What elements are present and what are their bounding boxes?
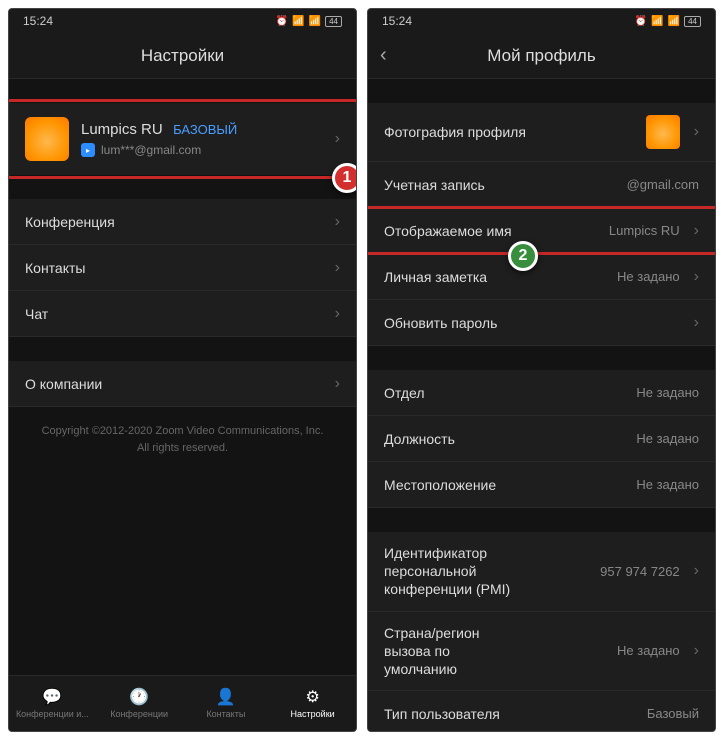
zoom-icon: ▸ [81, 143, 95, 157]
status-time: 15:24 [23, 14, 53, 28]
clock-icon: 🕐 [129, 688, 149, 706]
settings-row-conference[interactable]: Конференция › [9, 199, 356, 245]
tab-meet-and-chat[interactable]: 💬 Конференции и... [9, 676, 96, 731]
profile-email: lum***@gmail.com [101, 143, 201, 157]
profile-row-password[interactable]: Обновить пароль › [368, 300, 715, 346]
profile-row-job-title[interactable]: Должность Не задано [368, 416, 715, 462]
status-time: 15:24 [382, 14, 412, 28]
chat-icon: 💬 [42, 688, 62, 706]
tab-contacts[interactable]: 👤 Контакты [183, 676, 270, 731]
chevron-icon: › [335, 375, 340, 393]
profile-row-display-name[interactable]: Отображаемое имя Lumpics RU› 2 [368, 208, 715, 254]
chevron-icon: › [694, 562, 699, 580]
profile-row-note[interactable]: Личная заметка Не задано› [368, 254, 715, 300]
status-icons: ⏰ 📶 📶 44 [276, 16, 342, 27]
profile-row-location[interactable]: Местоположение Не задано [368, 462, 715, 508]
settings-row-about[interactable]: О компании › [9, 361, 356, 407]
phone-profile-screen: 15:24 ⏰ 📶 📶 44 ‹ Мой профиль Фотография … [367, 8, 716, 732]
status-bar: 15:24 ⏰ 📶 📶 44 [368, 9, 715, 33]
step-marker-2: 2 [508, 241, 538, 271]
wifi-icon: 📶 [651, 16, 663, 27]
battery-icon: 44 [684, 16, 701, 27]
chevron-icon: › [694, 314, 699, 332]
settings-row-chat[interactable]: Чат › [9, 291, 356, 337]
profile-row[interactable]: Lumpics RU БАЗОВЫЙ ▸ lum***@gmail.com › … [9, 103, 356, 175]
wifi-icon: 📶 [292, 16, 304, 27]
phone-settings-screen: 15:24 ⏰ 📶 📶 44 Настройки Lumpics RU БАЗО… [8, 8, 357, 732]
screenshot-container: 15:24 ⏰ 📶 📶 44 Настройки Lumpics RU БАЗО… [0, 0, 724, 740]
chevron-icon: › [335, 213, 340, 231]
settings-content: Lumpics RU БАЗОВЫЙ ▸ lum***@gmail.com › … [9, 79, 356, 675]
tab-settings[interactable]: ⚙ Настройки [269, 676, 356, 731]
alarm-icon: ⏰ [635, 16, 647, 27]
chevron-icon: › [335, 259, 340, 277]
tab-bar: 💬 Конференции и... 🕐 Конференции 👤 Конта… [9, 675, 356, 731]
gear-icon: ⚙ [303, 688, 323, 706]
page-title: Настройки [141, 46, 224, 66]
profile-row-region[interactable]: Страна/регион вызова по умолчанию Не зад… [368, 612, 715, 692]
chevron-icon: › [694, 268, 699, 286]
profile-row-user-type[interactable]: Тип пользователя Базовый [368, 691, 715, 731]
contacts-icon: 👤 [216, 688, 236, 706]
profile-info: Lumpics RU БАЗОВЫЙ ▸ lum***@gmail.com [81, 121, 317, 157]
header: ‹ Мой профиль [368, 33, 715, 79]
profile-row-account[interactable]: Учетная запись @gmail.com [368, 162, 715, 208]
page-title: Мой профиль [487, 46, 595, 66]
chevron-icon: › [335, 305, 340, 323]
profile-row-photo[interactable]: Фотография профиля › [368, 103, 715, 162]
signal-icon: 📶 [309, 16, 321, 27]
plan-badge: БАЗОВЫЙ [173, 122, 237, 137]
avatar [646, 115, 680, 149]
avatar [25, 117, 69, 161]
settings-row-contacts[interactable]: Контакты › [9, 245, 356, 291]
alarm-icon: ⏰ [276, 16, 288, 27]
chevron-icon: › [694, 123, 699, 141]
status-icons: ⏰ 📶 📶 44 [635, 16, 701, 27]
chevron-icon: › [694, 222, 699, 240]
tab-meetings[interactable]: 🕐 Конференции [96, 676, 183, 731]
battery-icon: 44 [325, 16, 342, 27]
chevron-icon: › [335, 130, 340, 148]
profile-name: Lumpics RU [81, 121, 163, 138]
header: Настройки [9, 33, 356, 79]
profile-row-pmi[interactable]: Идентификатор персональной конференции (… [368, 532, 715, 612]
back-button[interactable]: ‹ [380, 44, 387, 67]
chevron-icon: › [694, 642, 699, 660]
step-marker-1: 1 [332, 163, 356, 193]
profile-email-row: ▸ lum***@gmail.com [81, 143, 317, 157]
copyright-text: Copyright ©2012-2020 Zoom Video Communic… [9, 407, 356, 472]
status-bar: 15:24 ⏰ 📶 📶 44 [9, 9, 356, 33]
profile-content: Фотография профиля › Учетная запись @gma… [368, 79, 715, 731]
profile-row-dept[interactable]: Отдел Не задано [368, 370, 715, 416]
signal-icon: 📶 [668, 16, 680, 27]
